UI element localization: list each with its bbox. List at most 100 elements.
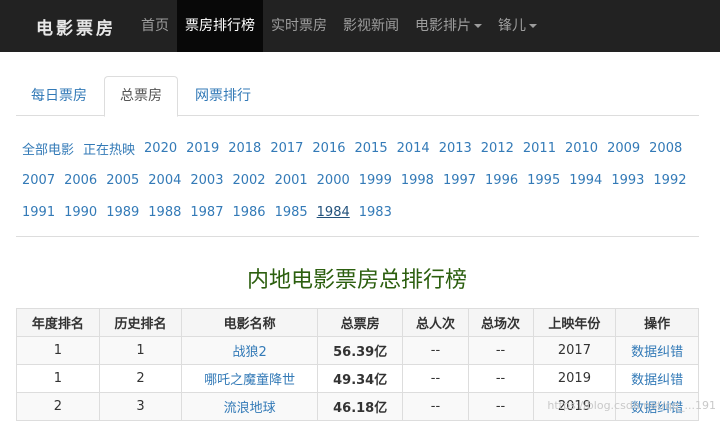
table-cell: 1 — [17, 337, 100, 365]
year-link[interactable]: 2007 — [22, 173, 55, 188]
table-cell: 56.39亿 — [317, 337, 403, 365]
year-link[interactable]: 2009 — [607, 141, 640, 156]
table-cell: -- — [468, 393, 533, 421]
table-cell: 49.34亿 — [317, 365, 403, 393]
nav-item-0[interactable]: 首页 — [133, 0, 177, 52]
table-cell: 1 — [99, 337, 182, 365]
caret-down-icon — [474, 24, 482, 28]
year-link[interactable]: 全部电影 — [22, 139, 74, 158]
year-link[interactable]: 1989 — [106, 205, 139, 220]
table-cell: 2 — [99, 365, 182, 393]
nav-item-2[interactable]: 实时票房 — [263, 0, 335, 52]
year-link[interactable]: 2002 — [232, 173, 265, 188]
year-link[interactable]: 2017 — [270, 141, 303, 156]
tab-2[interactable]: 网票排行 — [180, 76, 266, 116]
table-row: 11战狼256.39亿----2017数据纠错 — [17, 337, 699, 365]
column-header: 操作 — [616, 309, 699, 337]
table-cell: 数据纠错 — [616, 365, 699, 393]
column-header: 电影名称 — [182, 309, 318, 337]
page-title: 内地电影票房总排行榜 — [0, 262, 714, 294]
year-link[interactable]: 2008 — [649, 141, 682, 156]
year-link[interactable]: 1995 — [527, 173, 560, 188]
nav-item-label: 票房排行榜 — [185, 18, 255, 34]
year-link[interactable]: 正在热映 — [83, 139, 135, 158]
caret-down-icon — [529, 24, 537, 28]
year-link[interactable]: 2015 — [355, 141, 388, 156]
table-cell: 2017 — [533, 337, 616, 365]
nav-item-5[interactable]: 锋儿 — [490, 0, 545, 52]
table-cell: 3 — [99, 393, 182, 421]
tab-1[interactable]: 总票房 — [104, 76, 178, 117]
year-link[interactable]: 2013 — [439, 141, 472, 156]
year-link[interactable]: 2006 — [64, 173, 97, 188]
year-filter: 全部电影正在热映 2020 2019 2018 2017 2016 2015 2014 2013… — [22, 132, 702, 228]
year-link[interactable]: 1993 — [611, 173, 644, 188]
report-error-link[interactable]: 数据纠错 — [631, 373, 683, 388]
year-link[interactable]: 1999 — [359, 173, 392, 188]
year-link[interactable]: 2011 — [523, 141, 556, 156]
year-link[interactable]: 1988 — [148, 205, 181, 220]
year-link[interactable]: 2001 — [275, 173, 308, 188]
year-link[interactable]: 2003 — [190, 173, 223, 188]
watermark: https://blog.csdn.net/qq_...191 — [547, 399, 716, 412]
nav-item-3[interactable]: 影视新闻 — [335, 0, 407, 52]
year-link[interactable]: 2014 — [397, 141, 430, 156]
year-row: 全部电影正在热映 2020 2019 2018 2017 2016 2015 2014 2013… — [22, 132, 702, 164]
tab-0[interactable]: 每日票房 — [16, 76, 102, 116]
table-cell: 数据纠错 — [616, 337, 699, 365]
column-header: 年度排名 — [17, 309, 100, 337]
year-link[interactable]: 2020 — [144, 141, 177, 156]
year-link[interactable]: 1994 — [569, 173, 602, 188]
table-cell: -- — [468, 337, 533, 365]
nav-item-label: 首页 — [141, 18, 169, 34]
year-link[interactable]: 1990 — [64, 205, 97, 220]
column-header: 总人次 — [403, 309, 468, 337]
brand-logo[interactable]: 电影票房 — [0, 14, 133, 39]
table-cell: 46.18亿 — [317, 393, 403, 421]
movie-link[interactable]: 哪吒之魔童降世 — [204, 373, 295, 388]
year-link[interactable]: 1987 — [190, 205, 223, 220]
table-cell: -- — [403, 393, 468, 421]
year-link[interactable]: 2016 — [312, 141, 345, 156]
column-header: 历史排名 — [99, 309, 182, 337]
boxoffice-tabs: 每日票房总票房网票排行 — [16, 76, 699, 116]
movie-link[interactable]: 战狼2 — [233, 345, 267, 360]
report-error-link[interactable]: 数据纠错 — [631, 345, 683, 360]
year-row: 1991 1990 1989 1988 1987 1986 1985 1984 1983 — [22, 196, 702, 228]
year-link[interactable]: 1984 — [317, 205, 350, 220]
nav-item-label: 实时票房 — [271, 18, 327, 34]
year-link[interactable]: 2005 — [106, 173, 139, 188]
nav-item-1[interactable]: 票房排行榜 — [177, 0, 263, 52]
top-navbar: 电影票房 首页票房排行榜实时票房影视新闻电影排片 锋儿 — [0, 0, 720, 52]
table-cell: 1 — [17, 365, 100, 393]
year-link[interactable]: 1997 — [443, 173, 476, 188]
column-header: 总场次 — [468, 309, 533, 337]
year-link[interactable]: 1992 — [653, 173, 686, 188]
nav-item-4[interactable]: 电影排片 — [407, 0, 490, 52]
table-cell: 2 — [17, 393, 100, 421]
nav-item-label: 锋儿 — [498, 18, 526, 34]
table-cell: -- — [403, 365, 468, 393]
table-cell: -- — [468, 365, 533, 393]
nav-menu: 首页票房排行榜实时票房影视新闻电影排片 锋儿 — [133, 0, 545, 52]
year-link[interactable]: 2010 — [565, 141, 598, 156]
table-cell: -- — [403, 337, 468, 365]
year-link[interactable]: 1991 — [22, 205, 55, 220]
year-link[interactable]: 2012 — [481, 141, 514, 156]
year-link[interactable]: 2004 — [148, 173, 181, 188]
column-header: 总票房 — [317, 309, 403, 337]
year-link[interactable]: 1985 — [275, 205, 308, 220]
year-link[interactable]: 1996 — [485, 173, 518, 188]
year-link[interactable]: 1986 — [232, 205, 265, 220]
year-link[interactable]: 1983 — [359, 205, 392, 220]
table-cell: 哪吒之魔童降世 — [182, 365, 318, 393]
year-link[interactable]: 2000 — [317, 173, 350, 188]
table-cell: 流浪地球 — [182, 393, 318, 421]
table-cell: 战狼2 — [182, 337, 318, 365]
nav-item-label: 电影排片 — [415, 18, 471, 34]
year-link[interactable]: 1998 — [401, 173, 434, 188]
year-link[interactable]: 2018 — [228, 141, 261, 156]
year-link[interactable]: 2019 — [186, 141, 219, 156]
table-row: 12哪吒之魔童降世49.34亿----2019数据纠错 — [17, 365, 699, 393]
table-cell: 2019 — [533, 365, 616, 393]
